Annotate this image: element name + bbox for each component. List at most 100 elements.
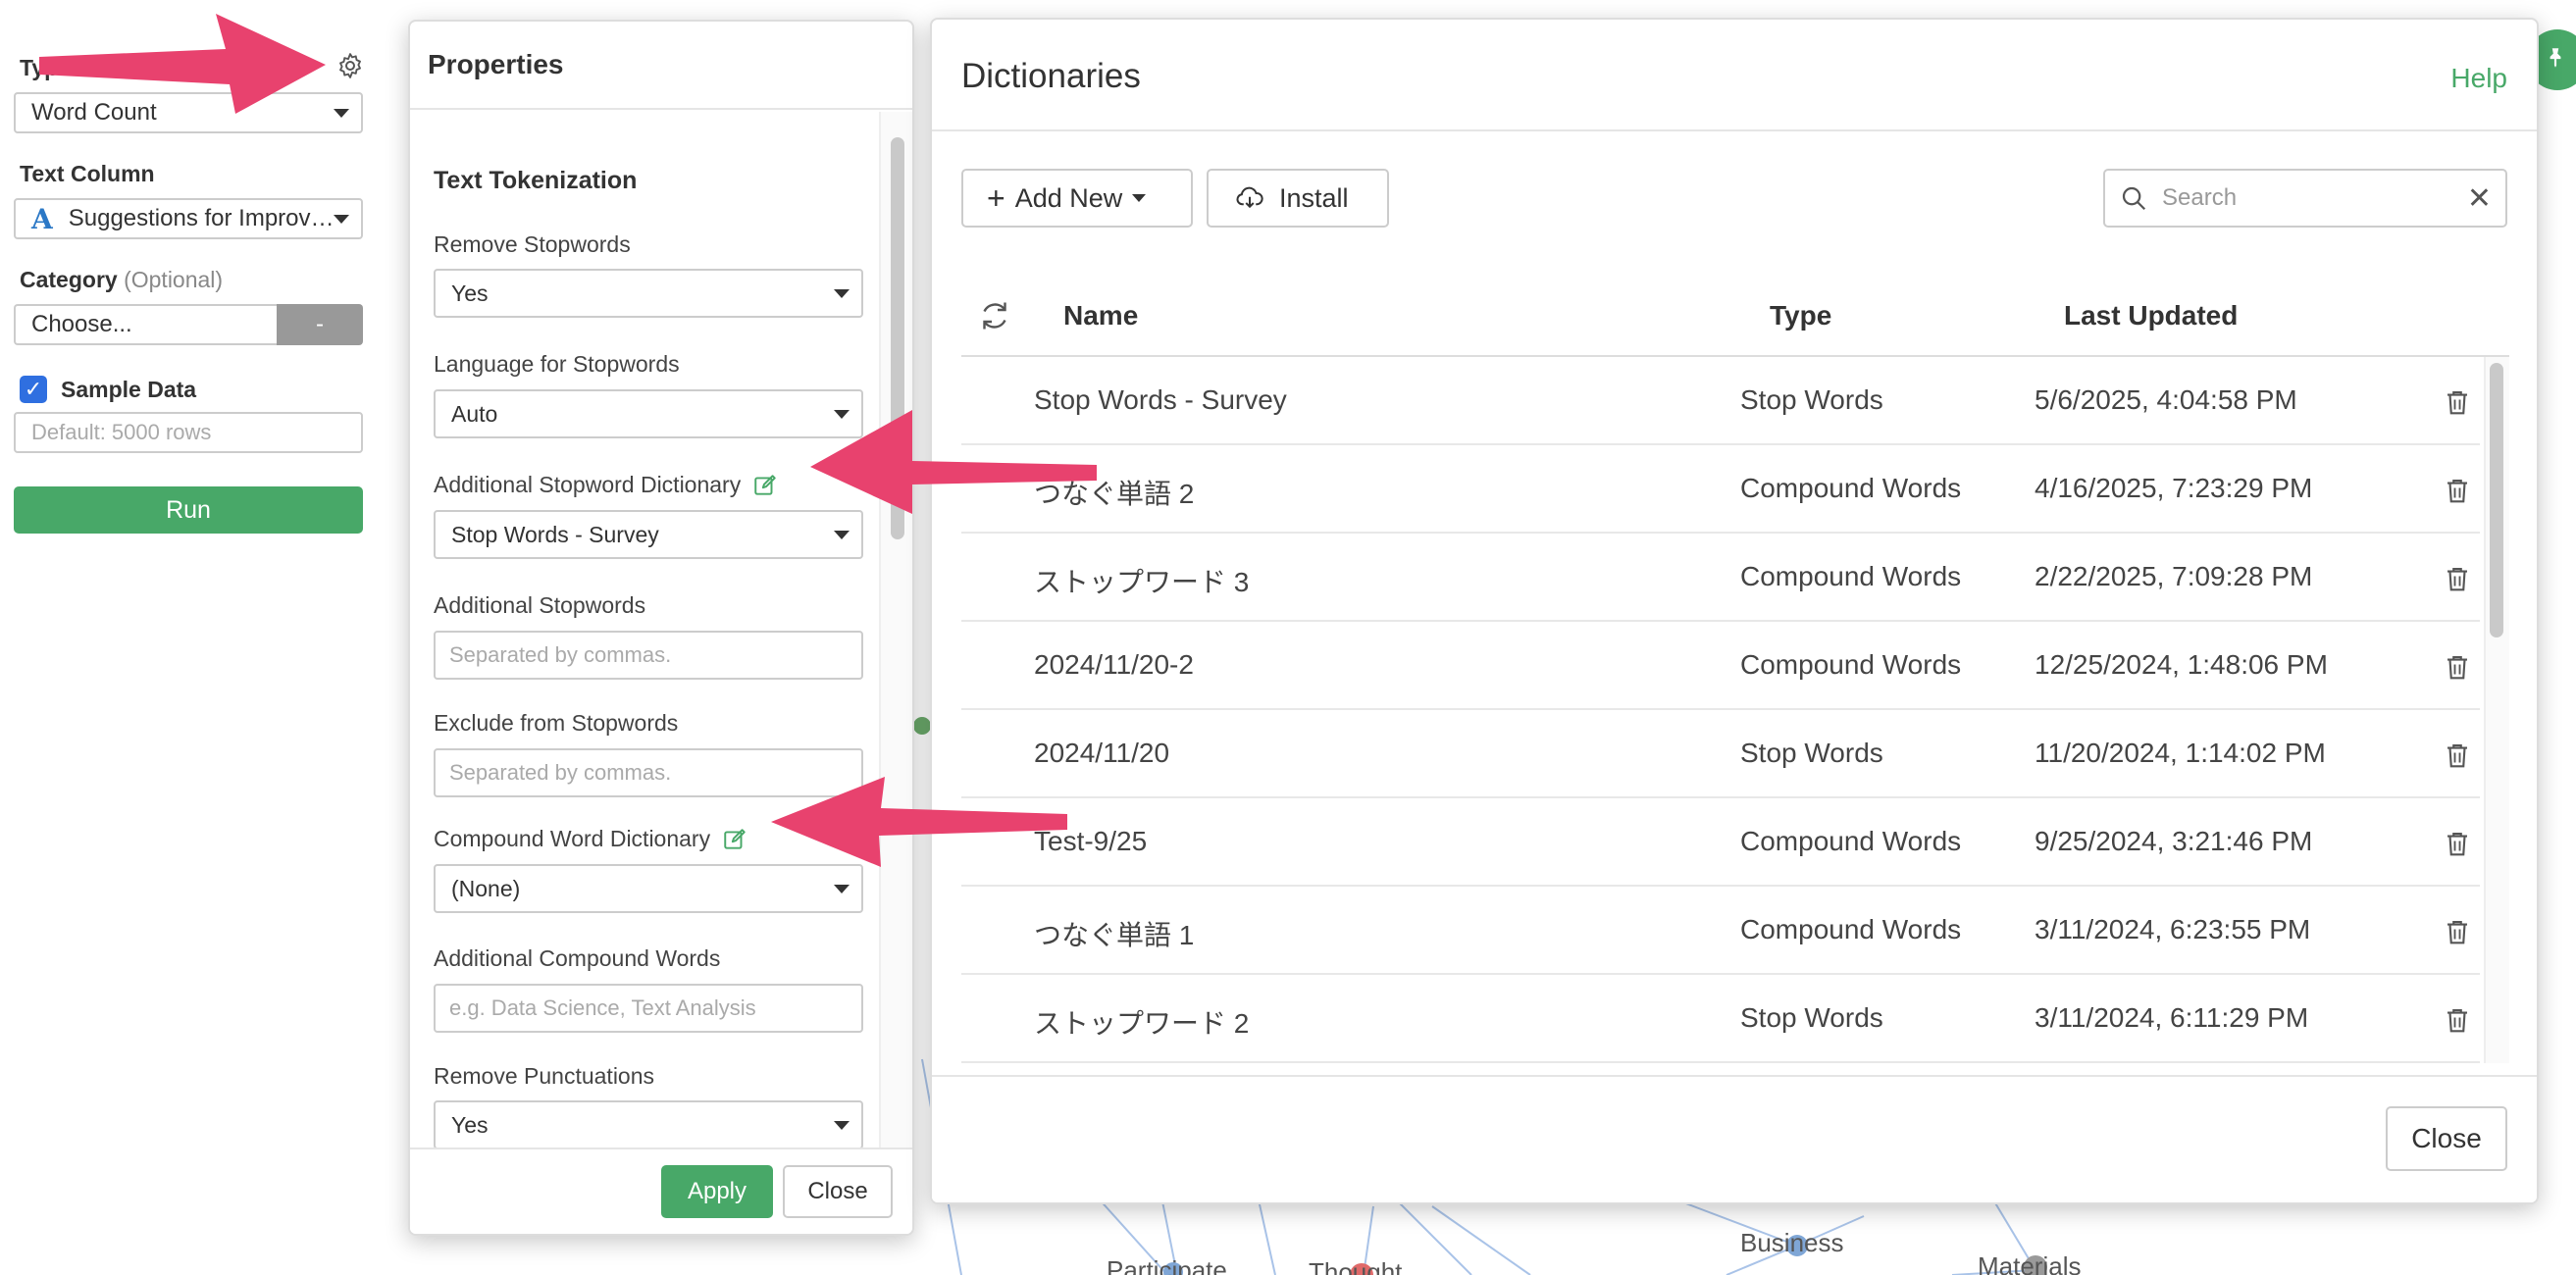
- column-header-name[interactable]: Name: [1063, 300, 1138, 332]
- properties-dialog: Properties Text Tokenization Remove Stop…: [408, 20, 914, 1236]
- type-select[interactable]: Word Count: [14, 92, 363, 133]
- additional-dict-select[interactable]: Stop Words - Survey: [434, 510, 863, 559]
- edit-icon[interactable]: [752, 473, 778, 498]
- edit-icon[interactable]: [722, 827, 747, 852]
- trash-icon[interactable]: [2443, 651, 2472, 683]
- dictionary-type-cell: Stop Words: [1740, 738, 1883, 768]
- properties-scrollbar[interactable]: [879, 112, 912, 1151]
- add-new-button[interactable]: + Add New: [961, 169, 1193, 228]
- text-column-select[interactable]: A Suggestions for Improv…: [14, 198, 363, 239]
- exclude-stopwords-input[interactable]: Separated by commas.: [434, 748, 863, 797]
- table-scrollbar-thumb[interactable]: [2490, 363, 2503, 638]
- caret-down-icon: [834, 1121, 850, 1130]
- text-column-label: Text Column: [20, 161, 155, 186]
- trash-icon[interactable]: [2443, 740, 2472, 771]
- compound-dict-value: (None): [451, 875, 521, 901]
- graph-node-label: Materials: [1978, 1251, 2082, 1275]
- dictionary-updated-cell: 4/16/2025, 7:23:29 PM: [2035, 473, 2313, 503]
- exclude-stopwords-label: Exclude from Stopwords: [434, 710, 679, 736]
- dictionary-name-cell: 2024/11/20-2: [1034, 649, 1194, 680]
- trash-icon[interactable]: [2443, 475, 2472, 506]
- caret-down-icon: [334, 109, 349, 118]
- dictionary-updated-cell: 5/6/2025, 4:04:58 PM: [2035, 384, 2297, 415]
- dictionary-name-cell: 2024/11/20: [1034, 738, 1170, 768]
- gear-icon[interactable]: [335, 51, 365, 80]
- graph-node-label: Thought: [1309, 1257, 1403, 1275]
- category-clear-button[interactable]: -: [277, 304, 363, 345]
- dictionaries-close-button[interactable]: Close: [2386, 1106, 2507, 1171]
- trash-icon[interactable]: [2443, 563, 2472, 594]
- dictionary-type-cell: Compound Words: [1740, 473, 1962, 503]
- additional-compound-input[interactable]: e.g. Data Science, Text Analysis: [434, 984, 863, 1033]
- dictionary-updated-cell: 11/20/2024, 1:14:02 PM: [2035, 738, 2326, 768]
- remove-punctuations-value: Yes: [451, 1111, 489, 1138]
- caret-down-icon: [1132, 194, 1147, 202]
- column-header-last-updated[interactable]: Last Updated: [2064, 300, 2238, 332]
- type-label: Type: [20, 55, 71, 80]
- remove-punctuations-select[interactable]: Yes: [434, 1100, 863, 1149]
- dictionary-name-cell: つなぐ単語 2: [1034, 479, 1195, 509]
- dictionary-name-cell: ストップワード 3: [1034, 567, 1250, 597]
- dictionaries-header: Dictionaries Help: [932, 20, 2537, 131]
- dictionary-table-body: ストップワード 2 Stop Words 3/11/2024, 6:11:29 PM…: [961, 357, 2509, 1063]
- category-label-text: Category: [20, 267, 118, 292]
- table-scrollbar[interactable]: [2484, 357, 2509, 1063]
- type-select-value: Word Count: [31, 99, 157, 126]
- properties-body: Text Tokenization Remove Stopwords Yes L…: [410, 112, 912, 1151]
- properties-close-button[interactable]: Close: [783, 1165, 893, 1218]
- compound-dict-label: Compound Word Dictionary: [434, 826, 747, 852]
- run-button[interactable]: Run: [14, 486, 363, 534]
- properties-title: Properties: [410, 22, 912, 110]
- table-row[interactable]: 2024/11/20-2 Compound Words 12/25/2024, 1:…: [961, 622, 2480, 710]
- trash-icon[interactable]: [2443, 386, 2472, 418]
- properties-footer: Apply Close: [410, 1148, 912, 1234]
- compound-dict-select[interactable]: (None): [434, 864, 863, 913]
- table-row[interactable]: Stop Words - Survey Stop Words 5/6/2025, 4…: [961, 357, 2480, 445]
- dictionary-updated-cell: 9/25/2024, 3:21:46 PM: [2035, 826, 2313, 856]
- dictionary-updated-cell: 3/11/2024, 6:11:29 PM: [2035, 1002, 2309, 1033]
- dictionary-updated-cell: 3/11/2024, 6:23:55 PM: [2035, 914, 2311, 944]
- graph-node-label: Business: [1740, 1228, 1844, 1257]
- trash-icon[interactable]: [2443, 916, 2472, 947]
- properties-scrollbar-thumb[interactable]: [891, 137, 904, 539]
- install-label: Install: [1279, 182, 1349, 213]
- caret-down-icon: [834, 885, 850, 893]
- sample-data-checkbox[interactable]: ✓: [20, 376, 47, 403]
- search-icon: [2122, 186, 2146, 211]
- sample-data-label: Sample Data: [61, 377, 197, 402]
- column-header-type[interactable]: Type: [1770, 300, 1831, 332]
- dictionary-type-cell: Compound Words: [1740, 914, 1962, 944]
- category-label: Category (Optional): [20, 267, 223, 293]
- apply-button[interactable]: Apply: [661, 1165, 773, 1218]
- dictionary-name-cell: Stop Words - Survey: [1034, 384, 1287, 415]
- table-row[interactable]: ストップワード 3 Compound Words 2/22/2025, 7:09:2…: [961, 534, 2480, 622]
- additional-stopwords-label: Additional Stopwords: [434, 592, 646, 618]
- caret-down-icon: [834, 531, 850, 539]
- category-picker: Choose... -: [14, 304, 363, 345]
- install-button[interactable]: Install: [1207, 169, 1389, 228]
- table-row[interactable]: ストップワード 2 Stop Words 3/11/2024, 6:11:29 PM: [961, 975, 2480, 1063]
- refresh-icon[interactable]: [977, 298, 1012, 333]
- caret-down-icon: [834, 289, 850, 298]
- remove-stopwords-select[interactable]: Yes: [434, 269, 863, 318]
- table-row[interactable]: Test-9/25 Compound Words 9/25/2024, 3:21:4…: [961, 798, 2480, 887]
- compound-dict-label-text: Compound Word Dictionary: [434, 826, 711, 851]
- table-row[interactable]: 2024/11/20 Stop Words 11/20/2024, 1:14:02 …: [961, 710, 2480, 798]
- close-icon[interactable]: ✕: [2467, 181, 2492, 216]
- sample-rows-input[interactable]: Default: 5000 rows: [14, 412, 363, 453]
- graph-node-label: Participate: [1107, 1255, 1227, 1275]
- language-select[interactable]: Auto: [434, 389, 863, 438]
- table-row[interactable]: つなぐ単語 2 Compound Words 4/16/2025, 7:23:29 …: [961, 445, 2480, 534]
- dictionary-type-cell: Compound Words: [1740, 561, 1962, 591]
- additional-stopwords-input[interactable]: Separated by commas.: [434, 631, 863, 680]
- search-input[interactable]: Search: [2162, 184, 2467, 212]
- dictionary-name-cell: Test-9/25: [1034, 826, 1148, 856]
- table-row[interactable]: つなぐ単語 1 Compound Words 3/11/2024, 6:23:55 …: [961, 887, 2480, 975]
- trash-icon[interactable]: [2443, 1004, 2472, 1036]
- trash-icon[interactable]: [2443, 828, 2472, 859]
- help-link[interactable]: Help: [2450, 63, 2507, 94]
- dictionary-name-cell: ストップワード 2: [1034, 1008, 1250, 1039]
- category-choose-button[interactable]: Choose...: [14, 304, 277, 345]
- dictionary-type-cell: Compound Words: [1740, 826, 1962, 856]
- dictionary-type-cell: Stop Words: [1740, 384, 1883, 415]
